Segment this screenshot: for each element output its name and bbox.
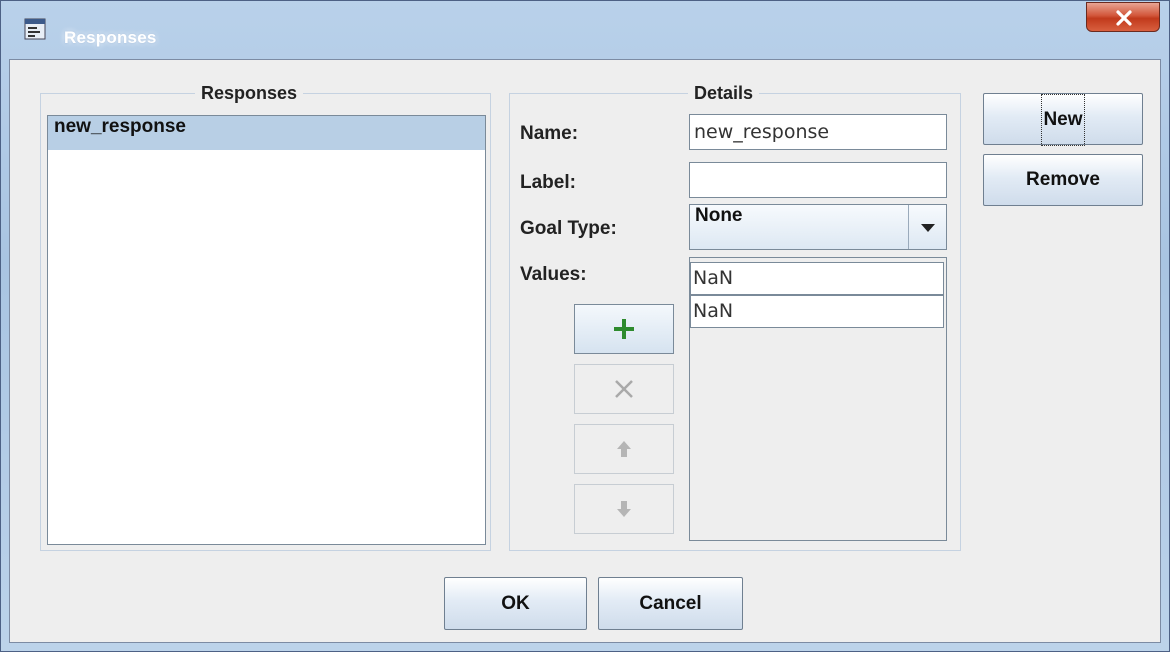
goal-type-select[interactable]: None [689,204,947,250]
remove-button[interactable]: Remove [983,154,1143,206]
window-title: Responses [64,28,157,47]
goal-type-label: Goal Type: [520,218,617,239]
x-icon [615,380,633,398]
dialog-content: Responses new_response Details Name: new… [9,59,1161,643]
add-value-button[interactable] [574,304,674,354]
value-cell-text: NaN [693,267,734,289]
values-table[interactable]: NaN NaN [689,257,947,541]
goal-type-dropdown-button[interactable] [908,205,946,249]
dialog-window: Responses Responses new_response Details… [0,0,1170,652]
values-label: Values: [520,264,587,285]
details-group-title: Details [688,83,760,104]
responses-list[interactable]: new_response [47,115,486,545]
arrow-up-icon [617,441,631,457]
value-cell-text: NaN [693,300,734,322]
arrow-down-icon [617,501,631,517]
list-item-label: new_response [54,116,186,137]
new-button[interactable]: New [983,93,1143,146]
cancel-button-label: Cancel [639,593,702,614]
plus-icon [614,319,634,339]
table-row[interactable]: NaN [690,262,944,295]
close-icon [1116,10,1132,26]
list-item[interactable]: new_response [48,116,485,150]
name-field[interactable]: new_response [689,114,947,150]
table-row[interactable]: NaN [690,295,944,328]
remove-value-button[interactable] [574,364,674,414]
chevron-down-icon [921,224,935,232]
close-button[interactable] [1086,2,1160,32]
name-label: Name: [520,123,579,144]
remove-button-label: Remove [1026,169,1100,190]
label-label: Label: [520,172,576,193]
label-field[interactable] [689,162,947,198]
move-down-button[interactable] [574,484,674,534]
new-button-label: New [1041,94,1085,146]
title-bar[interactable]: Responses [1,1,1169,61]
app-icon [24,18,46,40]
responses-group: Responses new_response [40,83,491,551]
cancel-button[interactable]: Cancel [598,577,743,630]
goal-type-value: None [695,205,743,226]
details-group: Details Name: new_response Label: Goal T… [509,83,961,551]
move-up-button[interactable] [574,424,674,474]
ok-button[interactable]: OK [444,577,587,630]
ok-button-label: OK [501,593,530,614]
responses-group-title: Responses [195,83,304,104]
